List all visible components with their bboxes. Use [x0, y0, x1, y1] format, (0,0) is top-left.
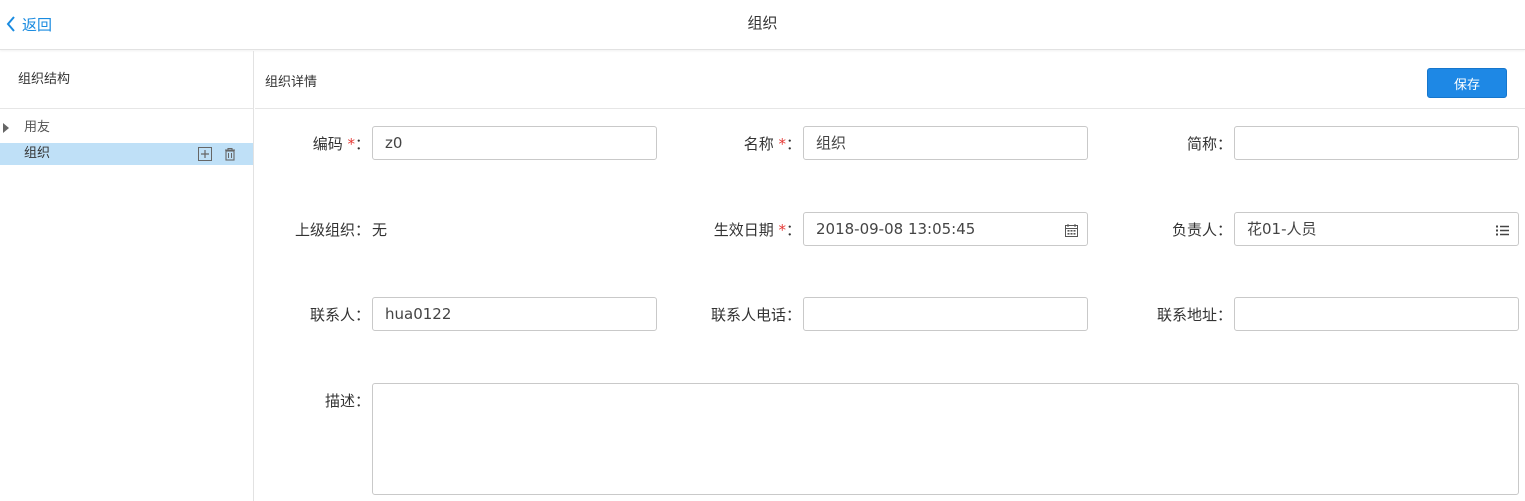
org-tree: 用友 组织 — [0, 109, 253, 165]
tree-node-yonyou[interactable]: 用友 — [0, 117, 253, 139]
contact-address-label: 联系地址： — [1156, 306, 1232, 324]
top-bar: 返回 组织 — [0, 0, 1525, 50]
effective-date-label: 生效日期 *： — [713, 221, 801, 239]
org-detail-header: 组织详情 保存 — [255, 51, 1525, 109]
delete-icon[interactable] — [222, 146, 237, 162]
tree-node-org[interactable]: 组织 — [0, 143, 253, 165]
description-label: 描述： — [324, 392, 370, 410]
list-icon[interactable] — [1494, 222, 1510, 238]
add-child-icon[interactable] — [197, 146, 212, 162]
owner-input[interactable]: 花01-人员 — [1234, 212, 1519, 246]
contact-address-input[interactable] — [1234, 297, 1519, 331]
tree-node-label: 用友 — [24, 120, 51, 135]
name-input[interactable]: 组织 — [803, 126, 1088, 160]
code-input[interactable]: z0 — [372, 126, 657, 160]
contact-input[interactable]: hua0122 — [372, 297, 657, 331]
org-detail-title: 组织详情 — [265, 75, 318, 90]
caret-right-icon[interactable] — [3, 123, 9, 133]
calendar-icon[interactable] — [1063, 222, 1079, 238]
parent-org-value: 无 — [372, 221, 388, 239]
save-button[interactable]: 保存 — [1427, 68, 1507, 98]
org-structure-title: 组织结构 — [0, 51, 253, 109]
tree-node-label: 组织 — [24, 146, 51, 161]
page-title: 组织 — [747, 14, 778, 32]
contact-phone-label: 联系人电话： — [710, 306, 801, 324]
short-name-input[interactable] — [1234, 126, 1519, 160]
short-name-label: 简称： — [1186, 135, 1232, 153]
parent-org-label: 上级组织： — [294, 221, 370, 239]
org-structure-panel: 组织结构 用友 组织 — [0, 51, 254, 501]
tree-node-actions — [197, 146, 237, 162]
contact-label: 联系人： — [309, 306, 370, 324]
code-label: 编码 *： — [312, 135, 370, 153]
contact-phone-input[interactable] — [803, 297, 1088, 331]
description-textarea[interactable] — [372, 383, 1519, 495]
owner-label: 负责人： — [1171, 221, 1232, 239]
effective-date-input[interactable]: 2018-09-08 13:05:45 — [803, 212, 1088, 246]
name-label: 名称 *： — [743, 135, 801, 153]
